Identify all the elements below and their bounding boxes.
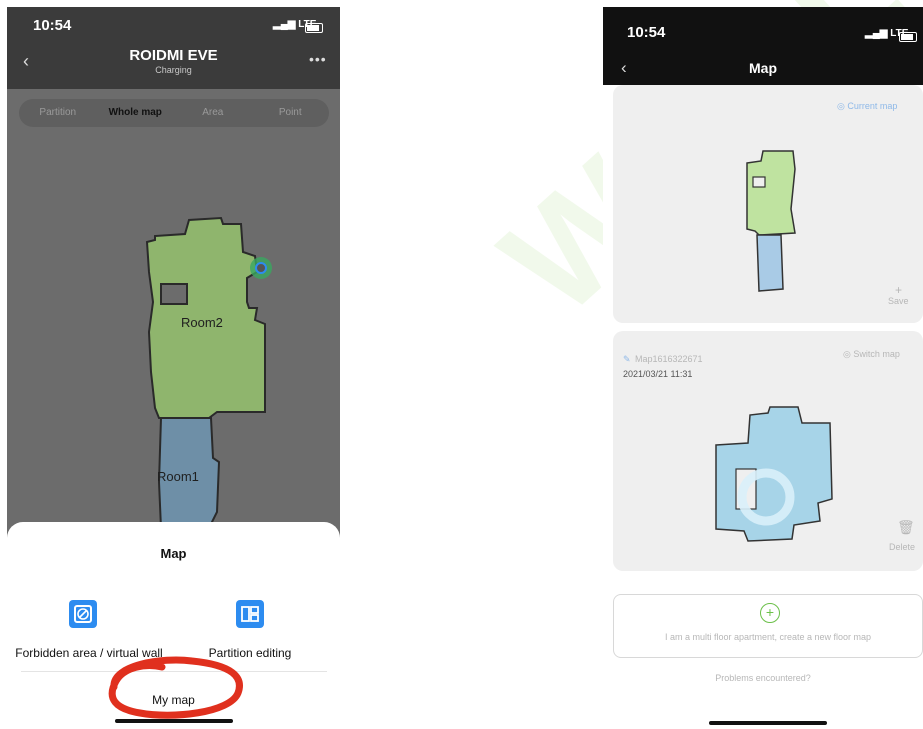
switch-map-button[interactable]: ◎ Switch map xyxy=(843,349,900,360)
current-map-badge: ◎ Current map xyxy=(837,101,898,111)
device-status: Charging xyxy=(155,65,192,75)
trash-icon[interactable]: 🗑 xyxy=(897,519,915,536)
status-bar: 10:54 ▂▄▆ LTE xyxy=(603,7,923,55)
saved-map-name[interactable]: ✎ Map1616322671 xyxy=(623,349,703,367)
partition-editing-option[interactable] xyxy=(236,600,264,628)
battery-icon xyxy=(899,31,917,42)
room-label-room1: Room1 xyxy=(157,469,199,484)
home-indicator xyxy=(709,721,827,725)
more-icon[interactable]: ••• xyxy=(309,51,327,67)
battery-icon xyxy=(305,22,323,33)
room2-obstacle xyxy=(160,283,188,305)
saved-map-card[interactable]: ✎ Map1616322671 ◎ Switch map 2021/03/21 … xyxy=(613,331,923,571)
robot-icon xyxy=(255,262,267,274)
create-floor-map-label: I am a multi floor apartment, create a n… xyxy=(664,632,872,642)
saved-map-thumbnail xyxy=(715,406,833,542)
forbidden-icon xyxy=(69,600,97,628)
partition-icon xyxy=(236,600,264,628)
create-floor-map-button[interactable]: + I am a multi floor apartment, create a… xyxy=(613,594,923,658)
tab-point[interactable]: Point xyxy=(252,99,330,127)
tab-partition[interactable]: Partition xyxy=(19,99,97,127)
device-title: ROIDMI EVE xyxy=(129,47,218,64)
sheet-title: Map xyxy=(160,546,187,561)
check-circle-icon: ◎ xyxy=(843,349,851,359)
check-circle-icon: ◎ xyxy=(837,101,845,111)
save-button[interactable]: Save xyxy=(888,296,909,306)
room-label-room2: Room2 xyxy=(181,315,223,330)
tab-whole-map[interactable]: Whole map xyxy=(97,99,175,127)
status-time: 10:54 xyxy=(627,24,666,41)
phone-screen-robot-map: 10:54 ▂▄▆ LTE ‹ ROIDMI EVE Charging ••• … xyxy=(7,7,340,727)
problems-link[interactable]: Problems encountered? xyxy=(603,673,923,683)
current-map-thumbnail xyxy=(746,150,796,292)
phone-screen-map-list: 10:54 ▂▄▆ LTE ‹ Map ◎ Current map + Save… xyxy=(603,7,923,729)
page-title: Map xyxy=(749,60,777,76)
red-annotation-circle xyxy=(108,656,243,719)
add-circle-icon: + xyxy=(760,603,780,623)
app-header: ‹ Map xyxy=(603,55,923,85)
current-map-card[interactable]: ◎ Current map + Save xyxy=(613,85,923,323)
edit-icon: ✎ xyxy=(623,354,631,364)
app-header: ‹ ROIDMI EVE Charging ••• xyxy=(7,39,340,89)
saved-map-date: 2021/03/21 11:31 xyxy=(623,369,693,379)
delete-button[interactable]: Delete xyxy=(889,542,915,552)
floor-plan xyxy=(145,216,272,529)
add-icon: + xyxy=(895,283,903,297)
tab-area[interactable]: Area xyxy=(174,99,252,127)
status-bar: 10:54 ▂▄▆ LTE xyxy=(7,7,340,39)
mode-tabs: Partition Whole map Area Point xyxy=(19,99,329,127)
forbidden-area-option[interactable] xyxy=(69,600,97,628)
status-time: 10:54 xyxy=(33,17,72,34)
